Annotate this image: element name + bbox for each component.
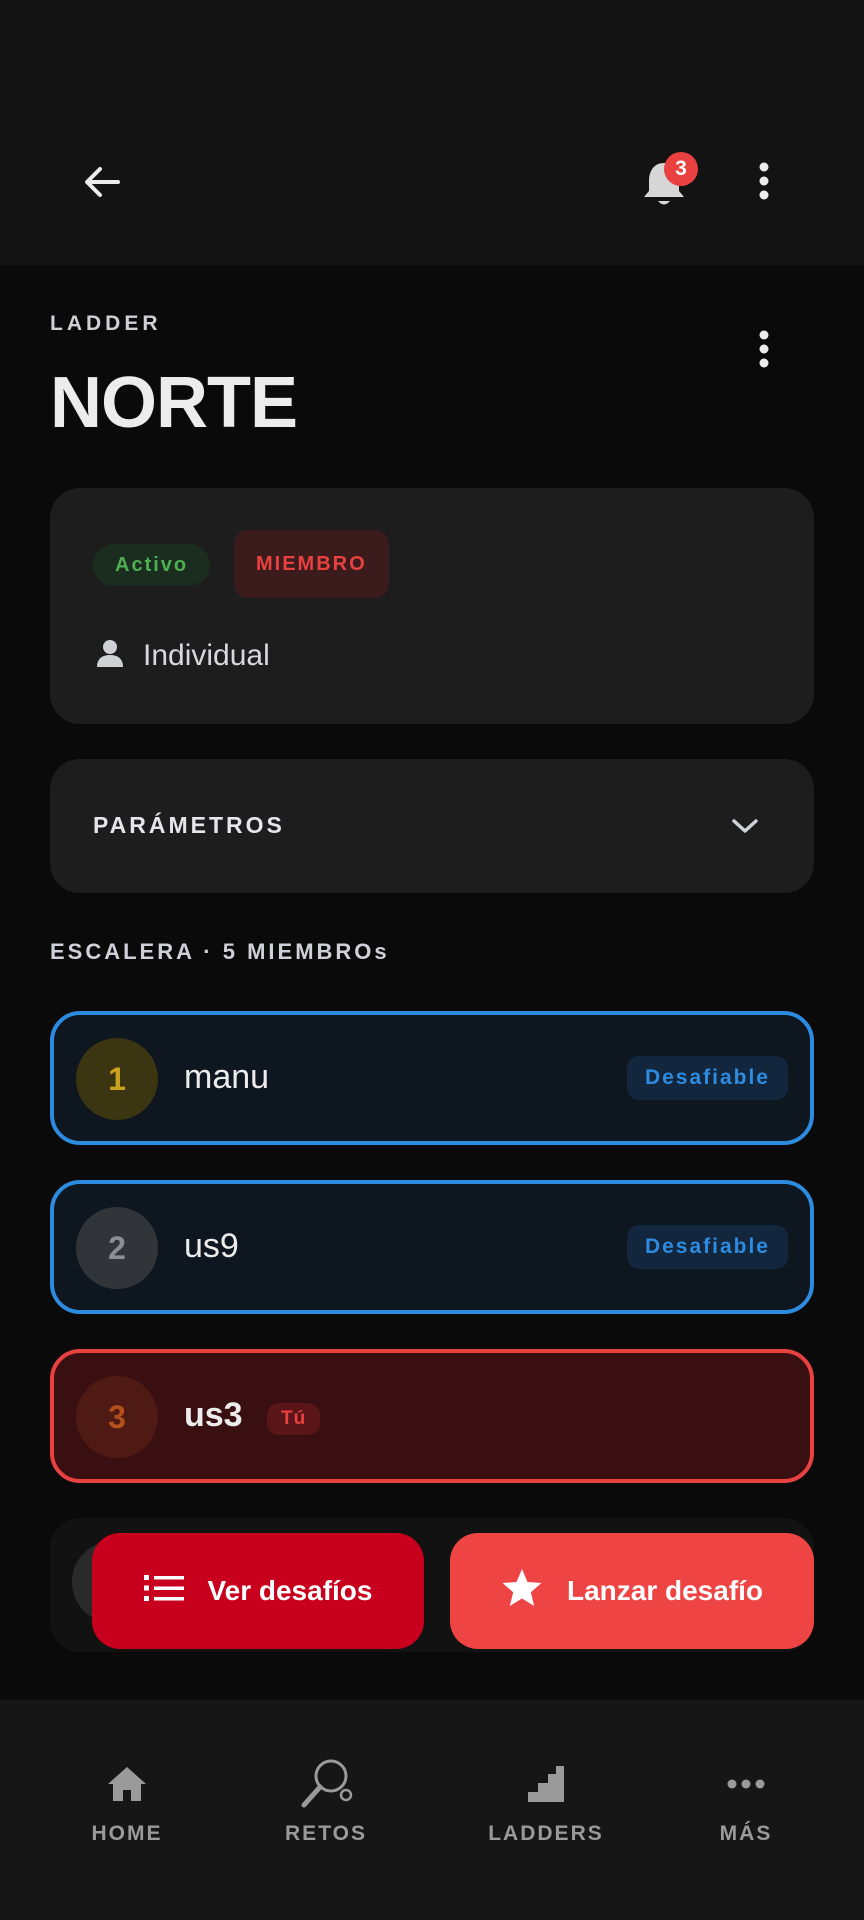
player-name: manu [184, 1058, 270, 1096]
notification-badge: 3 [664, 152, 698, 186]
back-arrow-icon[interactable] [72, 157, 132, 207]
player-name: us9 [184, 1227, 239, 1265]
nav-item-retos[interactable]: RETOS [236, 1756, 416, 1846]
ladder-row[interactable]: 1 manu Desafiable [50, 1011, 814, 1145]
nav-label: HOME [91, 1822, 163, 1845]
position-badge: 1 [76, 1038, 158, 1120]
more-dots-icon [726, 1756, 766, 1812]
ladder-section-label: ESCALERA · 5 MIEMBROs [50, 939, 390, 964]
more-options-icon[interactable] [749, 156, 779, 206]
player-name: us3 [184, 1396, 243, 1434]
status-badge: Activo [93, 544, 211, 586]
nav-label: RETOS [285, 1822, 367, 1845]
ladder-row-current-user[interactable]: 3 us3 Tú [50, 1349, 814, 1483]
nav-item-home[interactable]: HOME [37, 1756, 217, 1846]
view-challenges-button[interactable]: Ver desafíos [92, 1533, 424, 1649]
ladder-info-card: Activo MIEMBRO Individual [50, 488, 814, 724]
launch-challenge-label: Lanzar desafío [566, 1575, 764, 1606]
launch-challenge-button[interactable]: Lanzar desafío [450, 1533, 814, 1649]
bottom-nav: HOME RETOS LADDERS MÁS [0, 1700, 864, 1920]
page-eyebrow: LADDER [50, 312, 162, 335]
challengeable-chip: Desafiable [626, 1056, 788, 1100]
challengeable-chip: Desafiable [626, 1225, 788, 1269]
view-challenges-label: Ver desafíos [207, 1575, 373, 1606]
you-chip: Tú [267, 1403, 321, 1435]
ladder-row[interactable]: 2 us9 Desafiable [50, 1180, 814, 1314]
top-bar: 3 [0, 0, 864, 265]
home-icon [106, 1756, 148, 1812]
nav-item-ladders[interactable]: LADDERS [456, 1756, 636, 1846]
ladder-options-icon[interactable] [749, 324, 779, 374]
chevron-down-icon [728, 811, 762, 841]
paddle-icon [298, 1756, 354, 1812]
params-accordion[interactable]: PARÁMETROS [50, 759, 814, 893]
star-icon [501, 1568, 543, 1615]
role-badge: MIEMBRO [234, 530, 389, 598]
list-icon [143, 1573, 184, 1610]
person-icon [95, 638, 125, 673]
nav-label: LADDERS [488, 1822, 604, 1845]
params-label: PARÁMETROS [93, 812, 285, 838]
position-badge: 3 [76, 1376, 158, 1458]
mode-row: Individual [95, 638, 270, 673]
ladder-screen: 3 LADDER NORTE Activo MIEMBRO Individual [0, 0, 864, 1920]
page-title: NORTE [50, 363, 298, 443]
stairs-icon [526, 1756, 566, 1812]
nav-item-mas[interactable]: MÁS [656, 1756, 836, 1846]
position-badge: 2 [76, 1207, 158, 1289]
nav-label: MÁS [719, 1822, 773, 1845]
mode-label: Individual [143, 638, 270, 672]
